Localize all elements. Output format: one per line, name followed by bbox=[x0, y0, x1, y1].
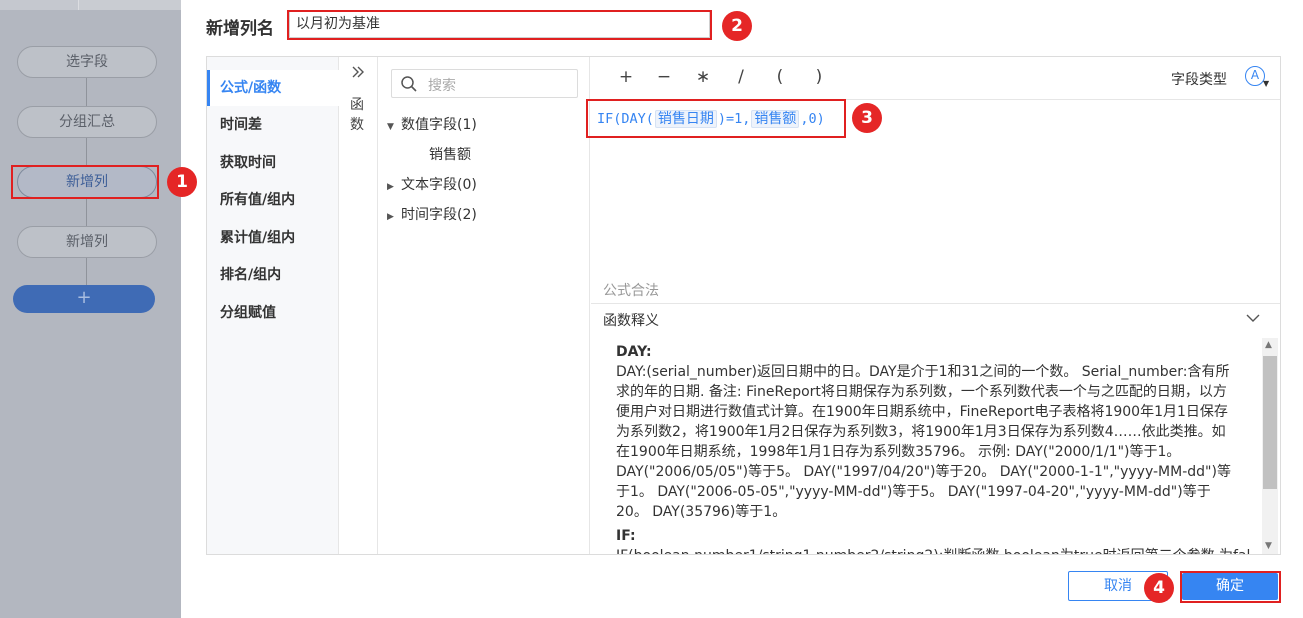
explanation-scrollbar[interactable]: ▲ ▼ bbox=[1262, 338, 1278, 554]
tree-field-sales[interactable]: 销售额 bbox=[429, 144, 471, 166]
flow-topbar-tab[interactable] bbox=[78, 0, 181, 10]
double-chevron-right-icon[interactable] bbox=[351, 65, 365, 83]
field-type-icon[interactable]: A bbox=[1245, 66, 1265, 86]
highlight-box-column-name bbox=[287, 10, 712, 40]
flow-node-select-fields[interactable]: 选字段 bbox=[17, 46, 157, 78]
operator-toolbar: + − ∗ / ( ) 字段类型 A ▼ bbox=[591, 57, 1280, 100]
step-badge-1: 1 bbox=[167, 167, 197, 197]
tree-group-text[interactable]: ▶ 文本字段(0) bbox=[387, 174, 477, 196]
category-rank[interactable]: 排名/组内 bbox=[207, 257, 339, 293]
category-cumulative[interactable]: 累计值/组内 bbox=[207, 220, 339, 256]
add-step-button[interactable]: + bbox=[13, 285, 155, 313]
search-icon bbox=[400, 75, 418, 97]
tree-group-numeric[interactable]: ▼ 数值字段(1) bbox=[387, 114, 477, 136]
function-name: DAY: bbox=[616, 344, 652, 360]
highlight-box-add-column bbox=[11, 165, 159, 199]
tree-group-time[interactable]: ▶ 时间字段(2) bbox=[387, 204, 477, 226]
function-collapse-label: 函数 bbox=[350, 97, 364, 133]
function-name: IF: bbox=[616, 528, 636, 544]
operator-multiply[interactable]: ∗ bbox=[692, 67, 714, 87]
function-collapse-column[interactable]: 函数 bbox=[340, 57, 378, 554]
operator-left-paren[interactable]: ( bbox=[769, 67, 791, 87]
function-description: IF(boolean,number1/string1,number2/strin… bbox=[616, 546, 1250, 554]
function-category-list: 公式/函数 时间差 获取时间 所有值/组内 累计值/组内 排名/组内 分组赋值 bbox=[207, 57, 339, 554]
flow-node-group-summary[interactable]: 分组汇总 bbox=[17, 106, 157, 138]
operator-minus[interactable]: − bbox=[653, 67, 675, 87]
highlight-box-confirm bbox=[1180, 571, 1281, 603]
search-placeholder: 搜索 bbox=[428, 78, 456, 94]
category-get-time[interactable]: 获取时间 bbox=[207, 145, 339, 181]
function-explanation-title: 函数释义 bbox=[603, 313, 659, 329]
operator-divide[interactable]: / bbox=[730, 67, 752, 87]
field-panel: 搜索 ▼ 数值字段(1) 销售额 ▶ 文本字段(0) ▶ 时间字段(2) bbox=[379, 57, 590, 554]
step-badge-2: 2 bbox=[722, 11, 752, 41]
flow-panel: 选字段 分组汇总 新增列 新增列 + bbox=[0, 0, 181, 618]
highlight-box-formula bbox=[586, 99, 846, 138]
field-type-label: 字段类型 bbox=[1171, 72, 1227, 88]
function-explanation-header[interactable]: 函数释义 bbox=[591, 303, 1280, 338]
operator-plus[interactable]: + bbox=[615, 67, 637, 87]
category-all-values[interactable]: 所有值/组内 bbox=[207, 182, 339, 218]
tree-group-numeric-label: 数值字段(1) bbox=[401, 117, 477, 133]
scroll-up-icon[interactable]: ▲ bbox=[1265, 340, 1272, 350]
scroll-down-icon[interactable]: ▼ bbox=[1265, 541, 1272, 551]
caret-down-icon: ▼ bbox=[387, 122, 394, 132]
formula-valid-status: 公式合法 bbox=[603, 283, 659, 299]
chevron-down-icon[interactable] bbox=[1246, 304, 1260, 338]
step-badge-4: 4 bbox=[1144, 573, 1174, 603]
operator-right-paren[interactable]: ) bbox=[808, 67, 830, 87]
scrollbar-thumb[interactable] bbox=[1263, 356, 1277, 489]
function-explanation-text: DAY: DAY:(serial_number)返回日期中的日。DAY是介于1和… bbox=[616, 342, 1250, 554]
flow-node-add-column[interactable]: 新增列 bbox=[17, 226, 157, 258]
category-formula[interactable]: 公式/函数 bbox=[207, 70, 339, 106]
caret-down-icon[interactable]: ▼ bbox=[1263, 79, 1269, 88]
caret-right-icon: ▶ bbox=[387, 182, 394, 192]
function-description: DAY:(serial_number)返回日期中的日。DAY是介于1和31之间的… bbox=[616, 364, 1231, 520]
step-badge-3: 3 bbox=[852, 103, 882, 133]
flow-topbar bbox=[0, 0, 181, 10]
tree-group-text-label: 文本字段(0) bbox=[401, 177, 477, 193]
column-name-label: 新增列名 bbox=[206, 19, 274, 39]
tree-group-time-label: 时间字段(2) bbox=[401, 207, 477, 223]
function-explanation-body: DAY: DAY:(serial_number)返回日期中的日。DAY是介于1和… bbox=[591, 338, 1280, 554]
caret-right-icon: ▶ bbox=[387, 212, 394, 222]
field-search-input[interactable]: 搜索 bbox=[391, 69, 578, 98]
category-time-diff[interactable]: 时间差 bbox=[207, 107, 339, 143]
category-group-assign[interactable]: 分组赋值 bbox=[207, 295, 339, 331]
